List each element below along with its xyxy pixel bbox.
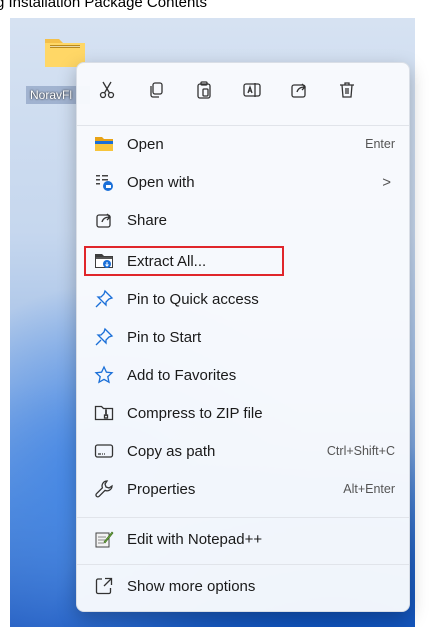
pin-icon — [93, 288, 115, 310]
menu-item-copy-path[interactable]: Copy as path Ctrl+Shift+C — [81, 434, 405, 468]
menu-item-properties[interactable]: Properties Alt+Enter — [81, 472, 405, 506]
menu-separator — [77, 564, 409, 565]
paste-button[interactable] — [186, 75, 222, 109]
share-icon — [289, 80, 309, 105]
open-with-icon — [93, 171, 115, 193]
notepad-icon — [93, 528, 115, 550]
menu-item-shortcut: Ctrl+Shift+C — [326, 444, 395, 458]
highlight-box — [84, 246, 284, 276]
menu-item-label: Pin to Quick access — [127, 290, 259, 308]
menu-toolbar — [77, 75, 409, 109]
wrench-icon — [93, 478, 115, 500]
menu-item-show-more[interactable]: Show more options — [81, 569, 405, 603]
menu-item-shortcut: Enter — [365, 137, 395, 151]
scissors-icon — [97, 80, 117, 105]
star-icon — [93, 364, 115, 386]
menu-item-label: Open — [127, 135, 164, 153]
menu-item-label: Properties — [127, 480, 196, 498]
delete-button[interactable] — [329, 75, 365, 109]
cut-button[interactable] — [89, 75, 125, 109]
more-options-icon — [93, 575, 115, 597]
rename-button[interactable] — [234, 75, 270, 109]
menu-item-share[interactable]: Share — [81, 203, 405, 237]
trash-icon — [337, 80, 357, 105]
menu-item-label: Compress to ZIP file — [127, 404, 263, 422]
menu-item-open-with[interactable]: Open with > — [81, 165, 405, 199]
copy-button[interactable] — [138, 75, 174, 109]
zip-icon — [93, 402, 115, 424]
menu-item-open[interactable]: Open Enter — [81, 127, 405, 161]
context-menu: Open Enter Open with > Share Extract All… — [76, 62, 410, 612]
menu-item-shortcut: Alt+Enter — [343, 482, 395, 496]
menu-separator — [77, 517, 409, 518]
menu-item-label: Edit with Notepad++ — [127, 530, 263, 548]
copy-path-icon — [93, 440, 115, 462]
caption-text: g Installation Package Contents — [0, 0, 435, 18]
menu-item-pin-start[interactable]: Pin to Start — [81, 320, 405, 354]
menu-item-label: Share — [127, 211, 168, 229]
menu-item-label: Open with — [127, 173, 195, 191]
menu-item-pin-quick-access[interactable]: Pin to Quick access — [81, 282, 405, 316]
pin-icon — [93, 326, 115, 348]
menu-item-label: Add to Favorites — [127, 366, 237, 384]
menu-item-label: Copy as path — [127, 442, 216, 460]
rename-icon — [242, 80, 262, 105]
share-button[interactable] — [281, 75, 317, 109]
chevron-right-icon: > — [382, 173, 391, 191]
menu-item-compress-zip[interactable]: Compress to ZIP file — [81, 396, 405, 430]
toolbar-separator — [77, 125, 409, 126]
share-icon — [93, 209, 115, 231]
menu-item-label: Pin to Start — [127, 328, 202, 346]
menu-item-notepad[interactable]: Edit with Notepad++ — [81, 522, 405, 556]
paste-icon — [194, 80, 214, 105]
menu-item-add-favorites[interactable]: Add to Favorites — [81, 358, 405, 392]
menu-item-label: Show more options — [127, 577, 256, 595]
folder-open-icon — [93, 133, 115, 155]
copy-icon — [146, 80, 166, 105]
